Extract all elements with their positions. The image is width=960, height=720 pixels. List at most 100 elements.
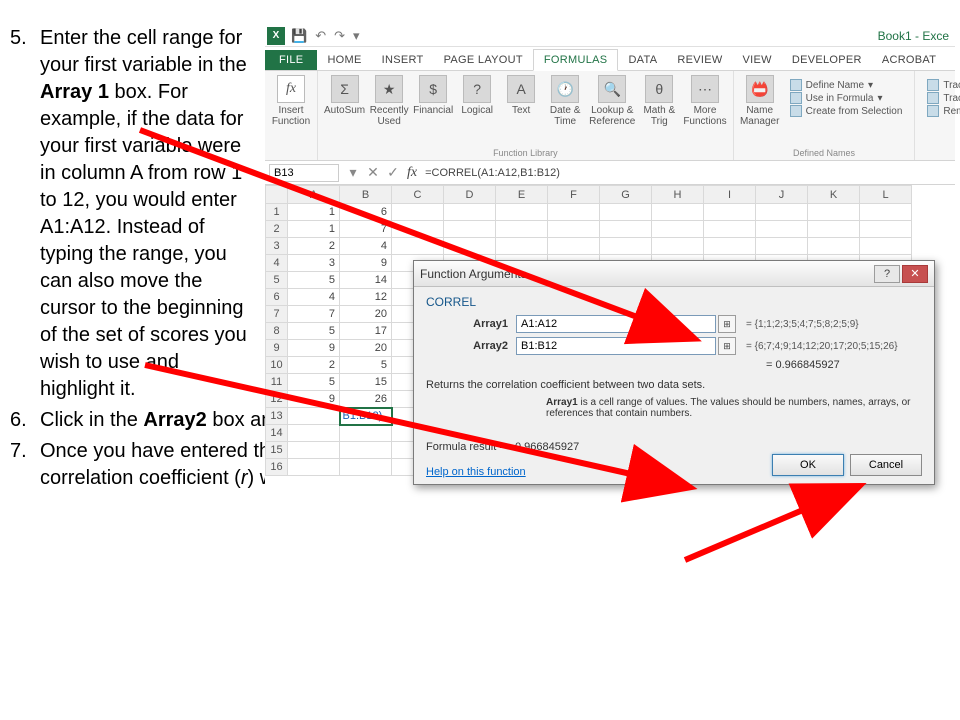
cell[interactable]: 20	[340, 306, 392, 323]
cell[interactable]	[860, 238, 912, 255]
column-header[interactable]: K	[808, 186, 860, 204]
close-icon[interactable]: ✕	[902, 265, 928, 283]
cell[interactable]: 26	[340, 391, 392, 408]
logical-button[interactable]: ?Logical	[457, 75, 497, 127]
cancel-button[interactable]: Cancel	[850, 454, 922, 476]
column-header[interactable]: C	[392, 186, 444, 204]
cell[interactable]	[548, 221, 600, 238]
tab-insert[interactable]: INSERT	[372, 50, 434, 70]
cell[interactable]	[288, 442, 340, 459]
cell[interactable]	[444, 221, 496, 238]
cell[interactable]: 1	[288, 221, 340, 238]
cell[interactable]	[392, 238, 444, 255]
array2-input[interactable]	[516, 337, 716, 355]
cell[interactable]	[704, 238, 756, 255]
cell[interactable]	[340, 425, 392, 442]
cell[interactable]	[548, 238, 600, 255]
ok-button[interactable]: OK	[772, 454, 844, 476]
autosum-button[interactable]: ΣAutoSum	[324, 75, 365, 127]
namebox-dropdown-icon[interactable]: ▾	[343, 164, 363, 181]
column-header[interactable]: F	[548, 186, 600, 204]
cell[interactable]	[808, 204, 860, 221]
cell[interactable]: 5	[288, 272, 340, 289]
column-header[interactable]: I	[704, 186, 756, 204]
tab-file[interactable]: FILE	[265, 50, 317, 70]
row-header[interactable]: 12	[266, 391, 288, 408]
redo-icon[interactable]: ↷	[334, 28, 345, 44]
column-header[interactable]: H	[652, 186, 704, 204]
fx-icon[interactable]: fx	[407, 165, 417, 181]
row-header[interactable]: 7	[266, 306, 288, 323]
cell[interactable]: 9	[288, 340, 340, 357]
row-header[interactable]: 16	[266, 459, 288, 476]
insert-function-button[interactable]: fxInsert Function	[271, 75, 311, 127]
row-header[interactable]: 4	[266, 255, 288, 272]
array2-ref-button[interactable]: ⊞	[718, 337, 736, 355]
cell[interactable]	[704, 221, 756, 238]
tab-acrobat[interactable]: Acrobat	[872, 50, 946, 70]
cell[interactable]	[392, 221, 444, 238]
row-header[interactable]: 3	[266, 238, 288, 255]
financial-button[interactable]: $Financial	[413, 75, 453, 127]
cell[interactable]: 9	[340, 255, 392, 272]
cell[interactable]	[548, 204, 600, 221]
row-header[interactable]: 9	[266, 340, 288, 357]
cell[interactable]	[600, 238, 652, 255]
cell[interactable]: 20	[340, 340, 392, 357]
cell[interactable]	[496, 221, 548, 238]
tab-page-layout[interactable]: PAGE LAYOUT	[434, 50, 533, 70]
cell[interactable]	[652, 204, 704, 221]
column-header[interactable]: G	[600, 186, 652, 204]
array1-ref-button[interactable]: ⊞	[718, 315, 736, 333]
cell[interactable]	[808, 238, 860, 255]
row-header[interactable]: 11	[266, 374, 288, 391]
use-in-formula-button[interactable]: Use in Formula▾	[790, 92, 903, 104]
cell[interactable]: 2	[288, 238, 340, 255]
row-header[interactable]: 2	[266, 221, 288, 238]
tab-view[interactable]: VIEW	[733, 50, 782, 70]
cell[interactable]	[652, 221, 704, 238]
cell[interactable]: 17	[340, 323, 392, 340]
row-header[interactable]: 6	[266, 289, 288, 306]
row-header[interactable]: 10	[266, 357, 288, 374]
cell[interactable]: B1:B12)	[340, 408, 392, 425]
cell[interactable]: 6	[340, 204, 392, 221]
tab-review[interactable]: REVIEW	[667, 50, 732, 70]
row-header[interactable]: 8	[266, 323, 288, 340]
cell[interactable]	[496, 238, 548, 255]
row-header[interactable]: 14	[266, 425, 288, 442]
cell[interactable]	[340, 459, 392, 476]
cell[interactable]: 3	[288, 255, 340, 272]
cell[interactable]: 15	[340, 374, 392, 391]
qat-dropdown-icon[interactable]: ▾	[353, 28, 360, 44]
name-manager-button[interactable]: 📛Name Manager	[740, 75, 780, 127]
cell[interactable]: 7	[340, 221, 392, 238]
cell[interactable]	[392, 204, 444, 221]
trace-dependents-button[interactable]: Trace Dep	[927, 92, 960, 104]
math-trig-button[interactable]: θMath & Trig	[639, 75, 679, 127]
cell[interactable]: 1	[288, 204, 340, 221]
lookup-button[interactable]: 🔍Lookup & Reference	[589, 75, 635, 127]
formula-input[interactable]: =CORREL(A1:A12,B1:B12)	[421, 165, 955, 181]
cell[interactable]	[600, 221, 652, 238]
column-header[interactable]: D	[444, 186, 496, 204]
column-header[interactable]: J	[756, 186, 808, 204]
create-from-selection-button[interactable]: Create from Selection	[790, 105, 903, 117]
cell[interactable]	[756, 221, 808, 238]
cell[interactable]: 2	[288, 357, 340, 374]
row-header[interactable]: 13	[266, 408, 288, 425]
cell[interactable]	[600, 204, 652, 221]
cell[interactable]: 9	[288, 391, 340, 408]
help-icon[interactable]: ?	[874, 265, 900, 283]
column-header[interactable]: E	[496, 186, 548, 204]
help-link[interactable]: Help on this function	[426, 466, 526, 478]
cell[interactable]	[288, 459, 340, 476]
cell[interactable]	[288, 408, 340, 425]
cell[interactable]	[756, 204, 808, 221]
cell[interactable]: 14	[340, 272, 392, 289]
cell[interactable]: 4	[340, 238, 392, 255]
cell[interactable]	[652, 238, 704, 255]
tab-developer[interactable]: DEVELOPER	[782, 50, 872, 70]
cell[interactable]	[860, 204, 912, 221]
cell[interactable]: 5	[288, 323, 340, 340]
